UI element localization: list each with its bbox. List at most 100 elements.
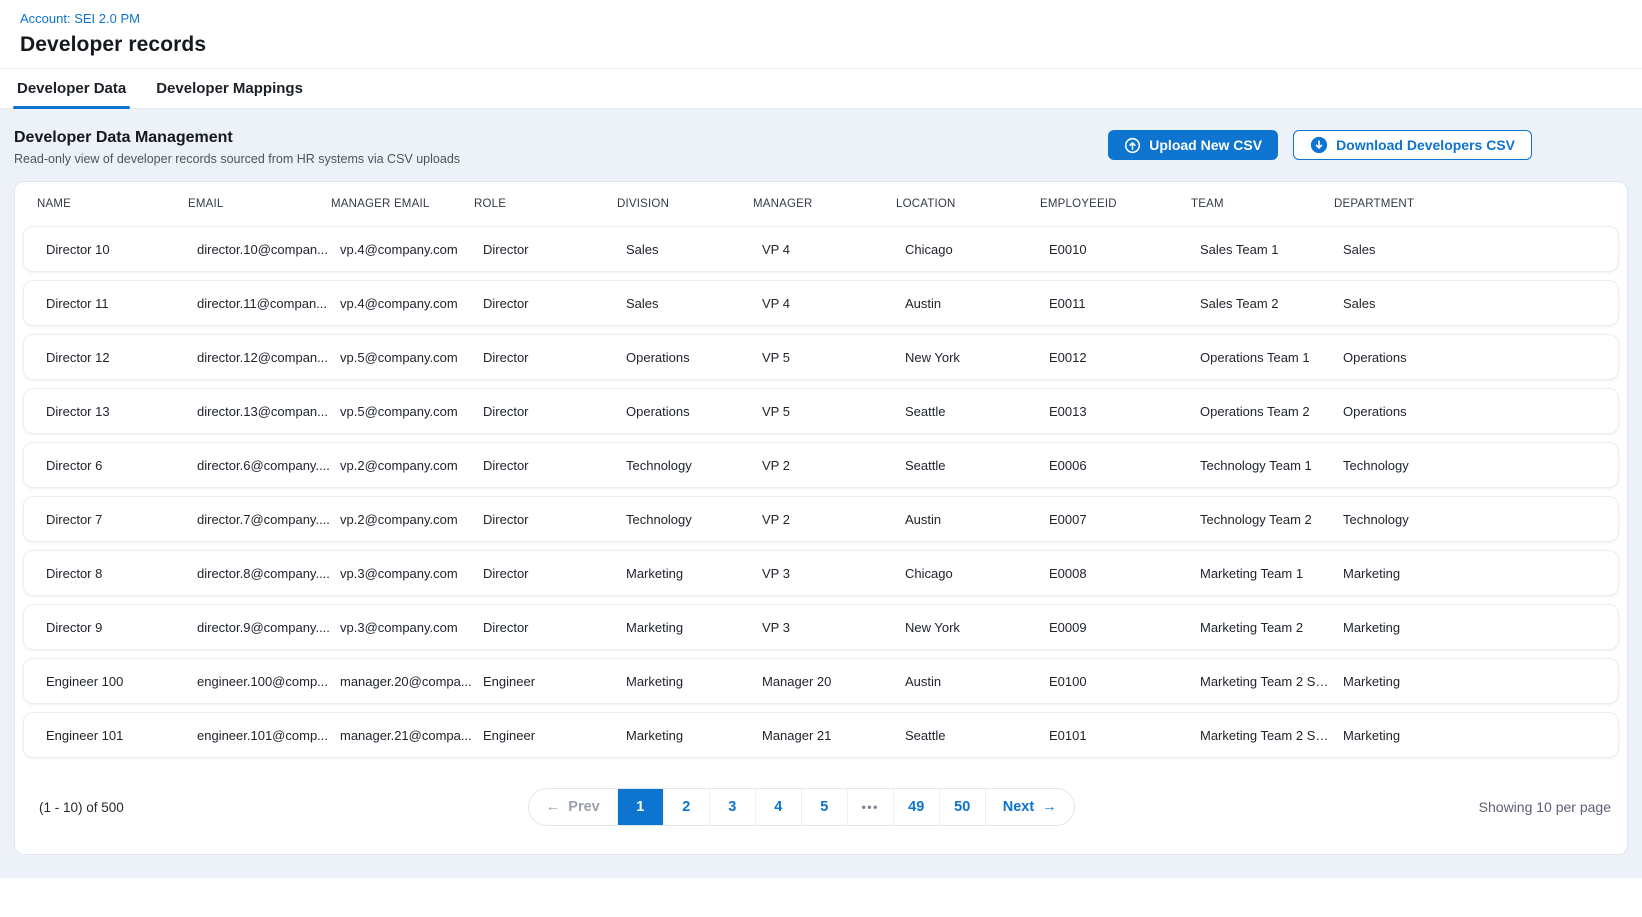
table-cell: Marketing Team 1: [1200, 566, 1343, 581]
table-cell: Director 11: [46, 296, 197, 311]
table-cell: Operations Team 1: [1200, 350, 1343, 365]
column-header-location: LOCATION: [896, 198, 1040, 210]
table-cell: director.9@company....: [197, 620, 340, 635]
table-cell: Director 13: [46, 404, 197, 419]
table-cell: Director: [483, 350, 626, 365]
page-button-50[interactable]: 50: [939, 789, 985, 825]
column-header-team: TEAM: [1191, 198, 1334, 210]
table-cell: E0101: [1049, 728, 1200, 743]
column-header-role: ROLE: [474, 198, 617, 210]
table-cell: Marketing: [1343, 620, 1604, 635]
page-button-49[interactable]: 49: [893, 789, 939, 825]
table-cell: Marketing: [626, 566, 762, 581]
prev-label: Prev: [568, 799, 599, 815]
table-cell: Sales: [1343, 242, 1604, 257]
table-cell: Director: [483, 404, 626, 419]
per-page-text: Showing 10 per page: [1479, 799, 1611, 815]
table-footer: (1 - 10) of 500 ← Prev 12345•••4950Next→ S…: [15, 766, 1627, 854]
table-cell: Marketing Team 2 Su...: [1200, 728, 1343, 743]
table-cell: Director: [483, 458, 626, 473]
table-cell: Operations: [626, 404, 762, 419]
download-csv-button[interactable]: Download Developers CSV: [1293, 130, 1532, 160]
table-cell: Operations: [1343, 350, 1604, 365]
table-cell: Engineer 100: [46, 674, 197, 689]
page-ellipsis: •••: [847, 789, 893, 825]
download-button-label: Download Developers CSV: [1336, 137, 1515, 153]
table-cell: VP 2: [762, 512, 905, 527]
table-cell: Sales Team 2: [1200, 296, 1343, 311]
page-button-5[interactable]: 5: [801, 789, 847, 825]
table-header-row: NAMEEMAILMANAGER EMAILROLEDIVISIONMANAGE…: [15, 182, 1627, 226]
table-cell: Director 9: [46, 620, 197, 635]
column-header-employeeid: EMPLOYEEID: [1040, 198, 1191, 210]
upload-csv-button[interactable]: Upload New CSV: [1108, 130, 1278, 160]
pagination: ← Prev 12345•••4950Next→: [528, 788, 1075, 826]
table-cell: vp.3@company.com: [340, 566, 483, 581]
table-cell: vp.5@company.com: [340, 350, 483, 365]
table-cell: E0008: [1049, 566, 1200, 581]
tab-developer-data[interactable]: Developer Data: [13, 69, 130, 108]
table-cell: vp.2@company.com: [340, 512, 483, 527]
table-cell: Marketing Team 2: [1200, 620, 1343, 635]
content-area: Developer Data Management Read-only view…: [0, 109, 1642, 878]
table-cell: Technology: [1343, 512, 1604, 527]
table-cell: Director 8: [46, 566, 197, 581]
table-row: Director 7director.7@company....vp.2@com…: [23, 496, 1619, 542]
table-cell: Marketing: [1343, 728, 1604, 743]
download-icon: [1310, 136, 1328, 154]
table-cell: Marketing: [626, 674, 762, 689]
next-page-button[interactable]: Next→: [985, 789, 1074, 825]
table-row: Director 13director.13@compan...vp.5@com…: [23, 388, 1619, 434]
tab-developer-mappings[interactable]: Developer Mappings: [152, 69, 307, 108]
table-cell: Director: [483, 566, 626, 581]
prev-arrow-icon: ←: [546, 799, 561, 815]
page-button-1[interactable]: 1: [617, 789, 663, 825]
table-cell: VP 2: [762, 458, 905, 473]
table-body: Director 10director.10@compan...vp.4@com…: [15, 226, 1627, 758]
page-title: Developer records: [20, 33, 1622, 57]
table-cell: Engineer: [483, 674, 626, 689]
table-cell: vp.4@company.com: [340, 242, 483, 257]
tab-label: Developer Data: [17, 80, 126, 97]
account-link[interactable]: Account: SEI 2.0 PM: [20, 11, 140, 26]
table-cell: Marketing: [1343, 566, 1604, 581]
table-cell: director.6@company....: [197, 458, 340, 473]
table-cell: Director: [483, 620, 626, 635]
table-row: Director 11director.11@compan...vp.4@com…: [23, 280, 1619, 326]
table-row: Engineer 100engineer.100@comp...manager.…: [23, 658, 1619, 704]
page-button-3[interactable]: 3: [709, 789, 755, 825]
table-cell: Seattle: [905, 404, 1049, 419]
table-cell: Sales Team 1: [1200, 242, 1343, 257]
table-cell: E0100: [1049, 674, 1200, 689]
section-header: Developer Data Management Read-only view…: [14, 127, 1628, 166]
table-cell: Director 7: [46, 512, 197, 527]
page-button-4[interactable]: 4: [755, 789, 801, 825]
table-cell: VP 3: [762, 620, 905, 635]
table-cell: Technology Team 2: [1200, 512, 1343, 527]
table-cell: E0007: [1049, 512, 1200, 527]
table-cell: E0006: [1049, 458, 1200, 473]
table-row: Director 6director.6@company....vp.2@com…: [23, 442, 1619, 488]
next-arrow-icon: →: [1042, 799, 1057, 815]
table-cell: New York: [905, 620, 1049, 635]
result-range-text: (1 - 10) of 500: [39, 800, 124, 815]
section-subtitle: Read-only view of developer records sour…: [14, 152, 460, 166]
table-cell: Sales: [1343, 296, 1604, 311]
table-row: Director 10director.10@compan...vp.4@com…: [23, 226, 1619, 272]
prev-page-button[interactable]: ← Prev: [529, 789, 617, 825]
upload-icon: [1124, 137, 1141, 154]
page-button-2[interactable]: 2: [663, 789, 709, 825]
table-cell: Chicago: [905, 566, 1049, 581]
table-cell: VP 5: [762, 350, 905, 365]
column-header-manager: MANAGER: [753, 198, 896, 210]
table-cell: Technology Team 1: [1200, 458, 1343, 473]
table-cell: E0011: [1049, 296, 1200, 311]
table-row: Director 9director.9@company....vp.3@com…: [23, 604, 1619, 650]
table-cell: Technology: [626, 512, 762, 527]
column-header-name: NAME: [37, 198, 188, 210]
table-cell: vp.4@company.com: [340, 296, 483, 311]
table-cell: Director 12: [46, 350, 197, 365]
table-cell: Austin: [905, 296, 1049, 311]
table-cell: Chicago: [905, 242, 1049, 257]
table-row: Engineer 101engineer.101@comp...manager.…: [23, 712, 1619, 758]
